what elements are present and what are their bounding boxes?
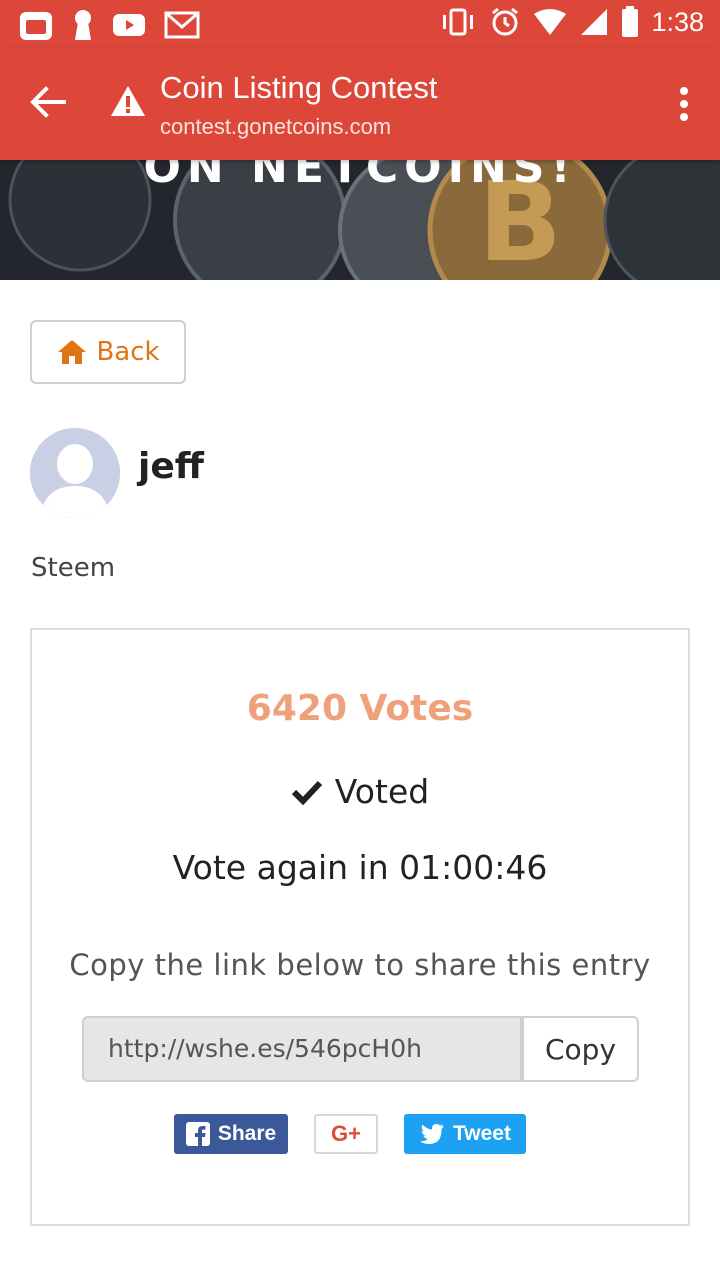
page-url[interactable]: contest.gonetcoins.com [160, 114, 391, 140]
entry-username: jeff [138, 446, 204, 487]
battery-icon [622, 6, 639, 37]
gmail-icon [164, 11, 200, 39]
app-store-icon [20, 12, 52, 40]
back-arrow-icon[interactable] [28, 82, 68, 122]
home-icon [58, 340, 87, 364]
alarm-icon [492, 7, 519, 36]
facebook-share-label: Share [217, 1122, 277, 1145]
facebook-icon [185, 1122, 210, 1146]
copy-button[interactable]: Copy [522, 1016, 639, 1082]
google-plus-label: G+ [331, 1121, 361, 1146]
twitter-icon [420, 1124, 445, 1144]
banner-heading: ON NETCOINS! [143, 160, 577, 193]
back-button-label: Back [96, 337, 160, 367]
back-button[interactable]: Back [30, 320, 186, 384]
vote-count: 6420 Votes [246, 688, 474, 729]
twitter-tweet-label: Tweet [453, 1122, 511, 1145]
entry-coin-name: Steem [31, 553, 116, 583]
overflow-menu-icon[interactable] [678, 86, 690, 122]
warning-icon[interactable] [110, 84, 146, 118]
wifi-icon [534, 9, 567, 35]
voted-label: Voted [334, 772, 430, 811]
share-link-field[interactable]: http://wshe.es/546pcH0h [82, 1016, 522, 1082]
facebook-share-button[interactable]: Share [174, 1114, 288, 1154]
checkmark-icon [291, 780, 322, 805]
vote-card: 6420 Votes Voted Vote again in 01:00:46 … [30, 628, 690, 1226]
voted-status: Voted [32, 772, 688, 811]
vibrate-icon [443, 8, 474, 36]
copy-link-hint: Copy the link below to share this entry [69, 948, 651, 982]
page-title: Coin Listing Contest [160, 70, 438, 105]
avatar [30, 428, 120, 518]
status-bar: 1:38 [0, 0, 720, 48]
default-user-icon [30, 428, 120, 518]
banner-image: B ON NETCOINS! [0, 160, 720, 280]
share-buttons: Share G+ Tweet [32, 1114, 688, 1156]
google-plus-button[interactable]: G+ [314, 1114, 378, 1154]
youtube-icon [113, 14, 145, 36]
keyhole-icon [75, 10, 91, 40]
app-bar: Coin Listing Contest contest.gonetcoins.… [0, 48, 720, 160]
vote-again-timer: Vote again in 01:00:46 [172, 848, 548, 887]
twitter-tweet-button[interactable]: Tweet [404, 1114, 526, 1154]
status-time: 1:38 [651, 6, 704, 37]
signal-icon [581, 9, 608, 35]
